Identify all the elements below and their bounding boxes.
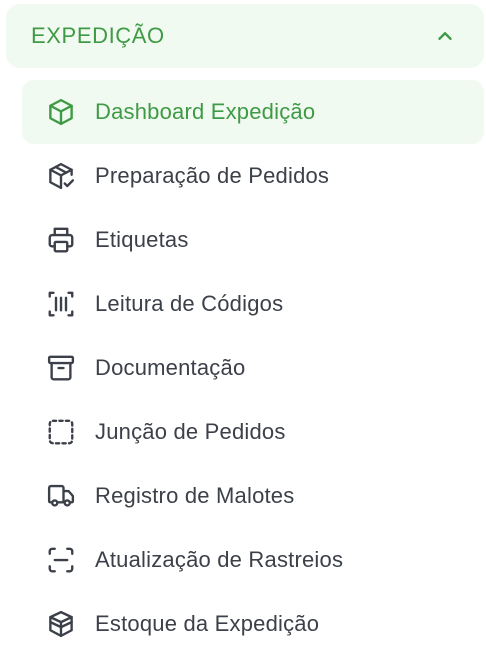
menu-item-label: Registro de Malotes (95, 483, 295, 508)
menu-item-label: Preparação de Pedidos (95, 163, 330, 188)
section-title: EXPEDIÇÃO (31, 23, 165, 48)
dashed-square-icon (46, 417, 76, 447)
menu-item-dashboard-expedicao[interactable]: Dashboard Expedição (22, 80, 484, 144)
menu-item-label: Estoque da Expedição (95, 611, 320, 636)
menu-item-preparacao-de-pedidos[interactable]: Preparação de Pedidos (22, 144, 484, 208)
boxes-stack-icon (46, 609, 76, 639)
menu-item-label: Dashboard Expedição (95, 99, 316, 124)
menu-item-label: Leitura de Códigos (95, 291, 284, 316)
menu-item-label: Etiquetas (95, 227, 189, 252)
truck-icon (46, 481, 76, 511)
menu-item-leitura-de-codigos[interactable]: Leitura de Códigos (22, 272, 484, 336)
package-check-icon (46, 161, 76, 191)
scan-line-icon (46, 545, 76, 575)
menu-item-label: Junção de Pedidos (95, 419, 286, 444)
printer-icon (46, 225, 76, 255)
menu-item-label: Documentação (95, 355, 246, 380)
menu-item-atualizacao-de-rastreios[interactable]: Atualização de Rastreios (22, 528, 484, 592)
menu-item-registro-de-malotes[interactable]: Registro de Malotes (22, 464, 484, 528)
menu-item-etiquetas[interactable]: Etiquetas (22, 208, 484, 272)
menu-item-documentacao[interactable]: Documentação (22, 336, 484, 400)
cube-icon (46, 97, 76, 127)
menu-item-estoque-da-expedicao[interactable]: Estoque da Expedição (22, 592, 484, 656)
barcode-scan-icon (46, 289, 76, 319)
menu-item-label: Atualização de Rastreios (95, 547, 344, 572)
menu-item-juncao-de-pedidos[interactable]: Junção de Pedidos (22, 400, 484, 464)
chevron-up-icon[interactable] (434, 25, 456, 47)
section-header-expedicao[interactable]: EXPEDIÇÃO (6, 4, 484, 68)
archive-icon (46, 353, 76, 383)
expedicao-menu: Dashboard Expedição Preparação de Pedido… (22, 80, 484, 656)
